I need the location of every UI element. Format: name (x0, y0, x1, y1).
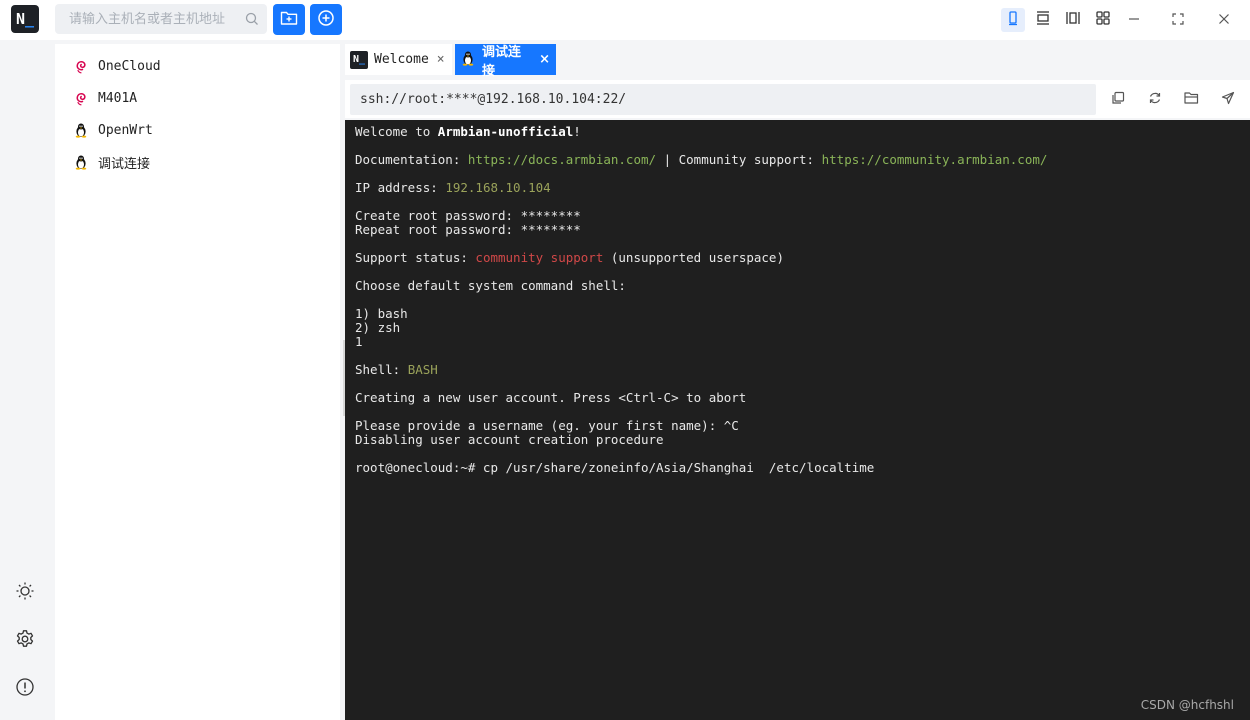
tab-label: 调试连接 (482, 44, 522, 79)
refresh-icon (1148, 90, 1162, 109)
sun-icon (15, 581, 35, 605)
terminal-line: 1) bash (355, 306, 408, 321)
debian-icon (73, 58, 89, 74)
linux-penguin-icon (73, 122, 89, 138)
host-list: OneCloud M401A OpenWrt 调试连接 (55, 44, 340, 720)
layout-horizontal-icon (1035, 10, 1051, 30)
layout-vertical-split-button[interactable] (1061, 8, 1085, 32)
terminal-line: Please provide a username (eg. your firs… (355, 418, 739, 433)
copy-button[interactable] (1109, 90, 1127, 108)
linux-penguin-icon (460, 50, 476, 70)
terminal-line: Documentation: https://docs.armbian.com/… (355, 152, 1048, 167)
send-command-button[interactable] (1219, 90, 1237, 108)
terminal-prompt-line: root@onecloud:~# cp /usr/share/zoneinfo/… (355, 460, 875, 475)
host-item-m401a[interactable]: M401A (73, 86, 137, 110)
folder-plus-icon (280, 10, 298, 30)
host-item-openwrt[interactable]: OpenWrt (73, 118, 153, 142)
new-folder-button[interactable] (273, 4, 305, 35)
info-icon (15, 677, 35, 701)
host-name: OneCloud (98, 58, 161, 74)
terminal-line: Create root password: ******** (355, 208, 581, 223)
linux-penguin-icon (73, 154, 89, 170)
close-tab-icon[interactable]: × (437, 53, 445, 66)
search-icon[interactable] (245, 11, 259, 30)
reconnect-button[interactable] (1146, 90, 1164, 108)
connection-address[interactable] (350, 84, 1096, 115)
terminal-link: https://docs.armbian.com/ (467, 152, 657, 167)
terminal-line: Creating a new user account. Press <Ctrl… (355, 390, 747, 405)
minimize-button[interactable] (1122, 8, 1146, 32)
host-search[interactable] (55, 4, 267, 34)
layout-horizontal-split-button[interactable] (1031, 8, 1055, 32)
terminal-line: Disabling user account creation procedur… (355, 432, 664, 447)
host-name: OpenWrt (98, 122, 153, 138)
terminal-line: Support status: community support (unsup… (355, 250, 784, 265)
minimize-icon (1127, 11, 1141, 30)
layout-single-icon (1006, 10, 1020, 30)
host-item-onecloud[interactable]: OneCloud (73, 54, 161, 78)
settings-button[interactable] (14, 630, 36, 652)
new-connection-button[interactable] (310, 4, 342, 35)
layout-vertical-icon (1065, 10, 1081, 30)
terminal-line: 1 (355, 334, 363, 349)
terminal-line: 2) zsh (355, 320, 401, 335)
terminal-line: Shell: BASH (355, 362, 438, 377)
layout-grid-button[interactable] (1091, 8, 1115, 32)
layout-single-button[interactable] (1001, 8, 1025, 32)
send-icon (1221, 90, 1235, 109)
tab-label: Welcome (374, 52, 429, 67)
terminal-line: Repeat root password: ******** (355, 222, 581, 237)
left-rail (0, 40, 50, 720)
search-input[interactable] (55, 4, 249, 34)
terminal-line: Welcome to Armbian-unofficial! (355, 124, 581, 139)
terminal-line: IP address: 192.168.10.104 (355, 180, 551, 195)
title-bar: N_ (0, 0, 1250, 40)
host-name: M401A (98, 90, 138, 106)
address-bar (345, 80, 1250, 118)
tab-bar: N_ Welcome × 调试连接 × (345, 40, 1250, 79)
gear-icon (15, 629, 35, 653)
debian-icon (73, 90, 89, 106)
app-logo-icon: N_ (350, 50, 368, 69)
app-logo: N_ (11, 5, 39, 33)
host-item-debug-connection[interactable]: 调试连接 (73, 150, 150, 174)
close-window-button[interactable] (1212, 8, 1236, 32)
terminal[interactable]: Welcome to Armbian-unofficial! Documenta… (345, 120, 1250, 720)
grid-icon (1095, 10, 1111, 30)
terminal-link: https://community.armbian.com/ (821, 152, 1048, 167)
about-button[interactable] (14, 678, 36, 700)
close-icon (1217, 11, 1231, 30)
maximize-button[interactable] (1166, 8, 1190, 32)
theme-toggle-button[interactable] (14, 582, 36, 604)
close-tab-icon[interactable]: × (539, 53, 550, 66)
folder-open-icon (1183, 90, 1199, 109)
maximize-icon (1171, 11, 1185, 30)
terminal-line: Choose default system command shell: (355, 278, 626, 293)
plus-circle-icon (317, 9, 335, 31)
sftp-button[interactable] (1182, 90, 1200, 108)
tab-welcome[interactable]: N_ Welcome × (345, 44, 452, 75)
address-input[interactable] (350, 84, 1080, 115)
tab-debug-connection[interactable]: 调试连接 × (455, 44, 556, 79)
watermark: CSDN @hcfhshl (1140, 698, 1234, 712)
copy-icon (1111, 90, 1125, 109)
host-name: 调试连接 (98, 156, 151, 172)
